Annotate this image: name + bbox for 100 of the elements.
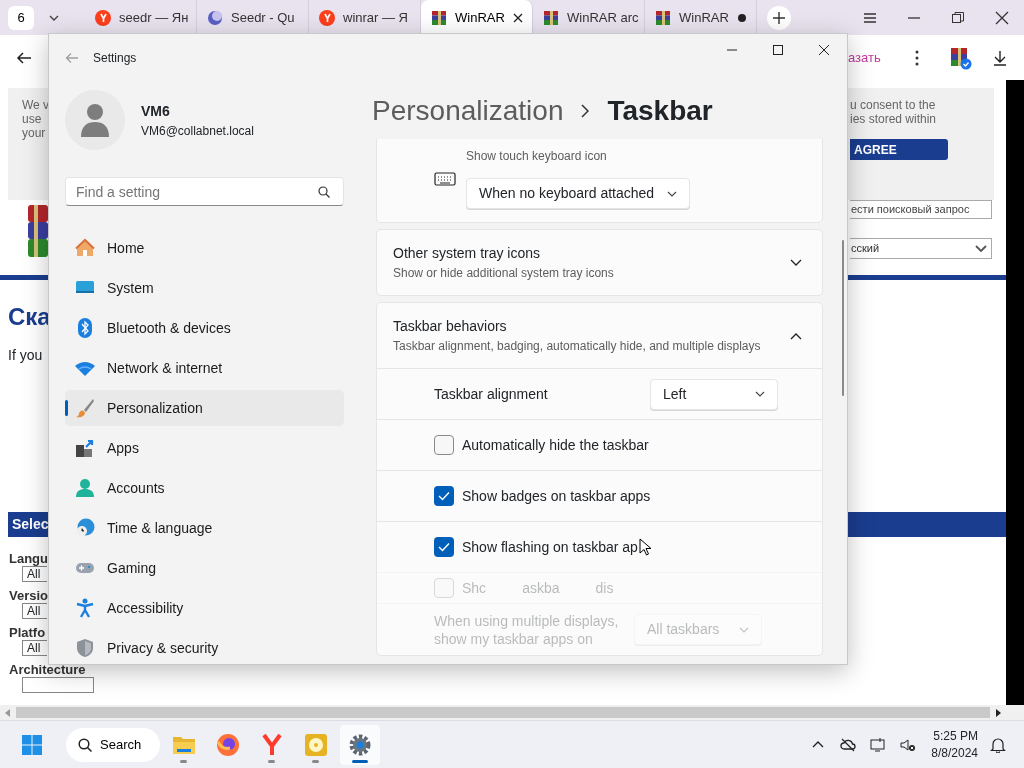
user-email: VM6@collabnet.local	[141, 122, 254, 140]
page-title: Taskbar	[607, 93, 713, 128]
language-select[interactable]: сский	[850, 238, 992, 259]
restore-icon[interactable]	[951, 10, 965, 25]
setting-description: Show or hide additional system tray icons	[393, 265, 615, 282]
yandex-logo-icon	[319, 9, 335, 26]
nav-item[interactable]: Bluetooth & devices	[65, 310, 344, 346]
faded-label-text: dis	[595, 578, 614, 598]
accessibility-icon	[75, 598, 95, 618]
filter-select[interactable]: All	[22, 640, 47, 656]
archive-extension-icon[interactable]	[948, 45, 972, 70]
browser-tab[interactable]: WinRAR	[421, 0, 533, 35]
menu-icon[interactable]	[863, 10, 877, 25]
intro-text: If you	[8, 346, 43, 365]
breadcrumb-parent[interactable]: Personalization	[372, 89, 564, 132]
globe-clock-icon	[75, 518, 95, 538]
filter-select[interactable]: All	[22, 603, 47, 619]
bluetooth-icon	[75, 318, 95, 338]
dropdown[interactable]: When no keyboard attached	[466, 178, 690, 209]
filter-label: Langu	[9, 551, 48, 566]
paintbrush-icon	[75, 398, 95, 418]
monitor-icon[interactable]	[870, 736, 887, 753]
apps-icon	[75, 438, 95, 458]
search-field[interactable]: ести поисковый запрос	[850, 200, 992, 219]
user-name: VM6	[141, 101, 171, 121]
setting-description: Taskbar alignment, badging, automatically hide, and multiple displays	[393, 338, 762, 355]
setting-title: Taskbar behaviors	[393, 317, 508, 336]
chevron-up-icon[interactable]	[790, 331, 802, 340]
windows-start-icon[interactable]	[22, 734, 42, 755]
setting-title: Other system tray icons	[393, 244, 542, 263]
search-field[interactable]: Find a setting	[65, 177, 344, 206]
faded-label-text: askba	[522, 578, 560, 598]
checkmark-icon	[438, 542, 450, 552]
chevron-down-icon	[667, 190, 677, 197]
close-icon[interactable]	[512, 12, 523, 23]
checkbox[interactable]	[434, 486, 454, 506]
winrar-logo-icon	[655, 9, 671, 26]
checkbox[interactable]	[434, 537, 454, 557]
chevron-down-icon	[755, 391, 765, 397]
running-indicator	[180, 759, 187, 763]
yandex-logo-icon	[95, 9, 111, 26]
mouse-pointer-icon	[638, 538, 651, 556]
close-icon[interactable]	[995, 10, 1009, 25]
chevron-down-icon	[739, 626, 749, 633]
checkmark-icon	[438, 491, 450, 501]
back-arrow-icon[interactable]	[16, 49, 32, 66]
running-indicator	[312, 759, 319, 763]
taskbar-app-button[interactable]	[340, 724, 380, 765]
keyboard-icon	[434, 171, 456, 187]
download-icon[interactable]	[992, 49, 1008, 66]
faded-label-text: Shc	[462, 578, 487, 598]
filter-label: Platfo	[9, 625, 46, 640]
horizontal-scrollbar[interactable]	[16, 707, 990, 718]
winrar-logo-icon	[431, 9, 447, 26]
cookie-notice-text: your	[22, 126, 47, 140]
cookie-notice-text: u consent to the	[850, 98, 937, 112]
checkbox-label: Show badges on taskbar apps	[462, 486, 651, 506]
checkbox[interactable]	[434, 435, 454, 455]
winrar-logo-icon	[28, 205, 48, 257]
tab-count-button[interactable]: 6	[8, 5, 34, 30]
nav-item[interactable]: Apps	[65, 430, 344, 466]
search-icon	[318, 186, 330, 198]
close-icon[interactable]	[819, 45, 829, 55]
clock-date[interactable]: 8/8/2024	[931, 744, 978, 762]
filter-select[interactable]	[22, 677, 94, 693]
nav-item[interactable]: Home	[65, 230, 344, 266]
nav-item[interactable]: Gaming	[65, 550, 344, 586]
winrar-logo-icon	[543, 9, 559, 26]
plus-icon[interactable]	[767, 5, 791, 30]
checkbox-label: Automatically hide the taskbar	[462, 435, 649, 455]
chevron-down-icon[interactable]	[790, 258, 802, 267]
nav-item[interactable]: System	[65, 270, 344, 306]
more-options-icon[interactable]	[915, 49, 919, 66]
checkbox-label: Show flashing on taskbar ap	[462, 537, 638, 557]
nav-item[interactable]: Personalization	[65, 390, 344, 426]
cookie-notice-text: ies stored within	[850, 112, 938, 126]
disc-app-icon	[304, 732, 328, 757]
setting-description: Show touch keyboard icon	[466, 148, 608, 165]
page-heading: Ска	[8, 302, 51, 332]
person-silhouette-icon	[80, 103, 110, 137]
nav-item[interactable]: Network & internet	[65, 350, 344, 386]
cloud-off-icon[interactable]	[840, 736, 857, 753]
maximize-icon[interactable]	[773, 45, 783, 55]
running-indicator	[352, 759, 368, 763]
dropdown[interactable]: Left	[650, 378, 778, 410]
scroll-right-icon[interactable]	[994, 708, 1002, 717]
setting-label: Taskbar alignment	[434, 384, 549, 404]
taskbar-search-button[interactable]: Search	[66, 727, 160, 762]
bell-icon[interactable]	[990, 736, 1006, 753]
clock-time[interactable]: 5:25 PM	[931, 727, 978, 745]
vertical-scrollbar[interactable]	[842, 240, 844, 396]
filter-select[interactable]: All	[22, 566, 47, 582]
speaker-muted-icon[interactable]	[900, 736, 917, 753]
nav-item[interactable]: Accounts	[65, 470, 344, 506]
agree-button[interactable]: AGREE	[850, 139, 948, 160]
home-icon	[75, 238, 95, 258]
cookie-notice-text: use	[22, 112, 43, 126]
person-icon	[75, 478, 95, 498]
nav-item[interactable]: Accessibility	[65, 590, 344, 626]
address-bar-text: азать	[848, 48, 881, 67]
